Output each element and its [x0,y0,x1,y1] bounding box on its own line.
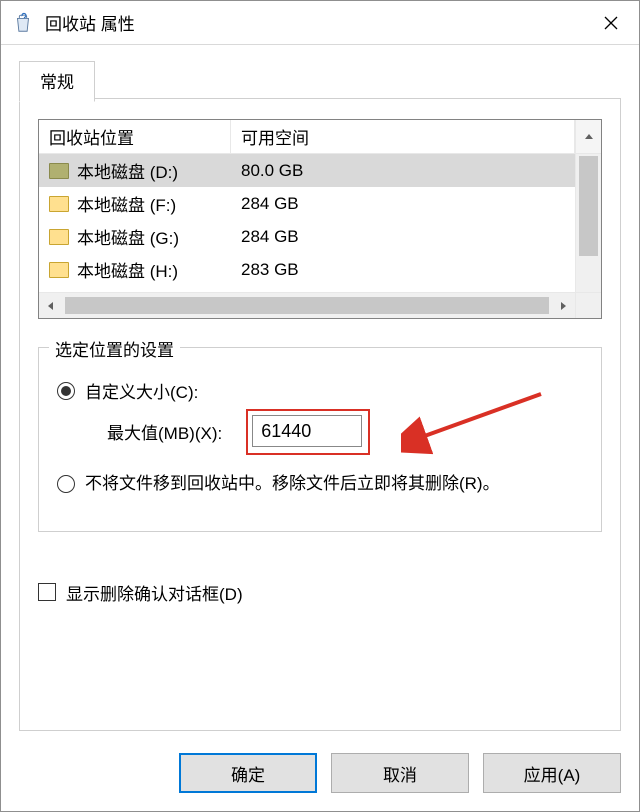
drive-space: 284 GB [231,227,575,247]
scroll-left-button[interactable] [39,294,63,318]
table-row[interactable]: 本地磁盘 (H:) 283 GB [39,253,575,286]
size-settings-group: 选定位置的设置 自定义大小(C): 最大值(MB)(X): 不将文件移到回收站中… [38,347,602,532]
scrollbar-thumb[interactable] [65,297,549,314]
radio-label: 不将文件移到回收站中。移除文件后立即将其删除(R)。 [85,471,500,497]
drive-icon [49,229,69,245]
drive-name: 本地磁盘 (D:) [77,158,178,183]
drive-listview[interactable]: 回收站位置 可用空间 本地磁盘 (D:) 80.0 GB 本地磁盘 (F:) 2… [38,119,602,319]
checkbox-label: 显示删除确认对话框(D) [66,580,243,605]
tabstrip: 常规 [19,61,621,99]
scroll-right-button[interactable] [551,294,575,318]
recycle-bin-properties-window: 回收站 属性 常规 回收站位置 可用空间 本地磁盘 (D:) 80.0 GB [0,0,640,812]
drive-space: 283 GB [231,260,575,280]
scrollbar-thumb[interactable] [579,156,598,256]
table-row[interactable]: 本地磁盘 (F:) 284 GB [39,187,575,220]
col-location[interactable]: 回收站位置 [39,120,231,153]
cancel-button[interactable]: 取消 [331,753,469,793]
apply-button[interactable]: 应用(A) [483,753,621,793]
drive-space: 80.0 GB [231,161,575,181]
dialog-buttons: 确定 取消 应用(A) [179,753,621,793]
max-value-label: 最大值(MB)(X): [107,419,222,444]
drive-icon [49,163,69,179]
drive-name: 本地磁盘 (G:) [77,224,179,249]
radio-icon [57,475,75,493]
radio-icon [57,382,75,400]
tab-general[interactable]: 常规 [19,61,95,102]
max-value-input[interactable] [252,415,362,447]
ok-button[interactable]: 确定 [179,753,317,793]
recycle-bin-icon [11,11,35,35]
titlebar: 回收站 属性 [1,1,639,45]
table-row[interactable]: 本地磁盘 (G:) 284 GB [39,220,575,253]
close-button[interactable] [583,1,639,45]
tab-body: 回收站位置 可用空间 本地磁盘 (D:) 80.0 GB 本地磁盘 (F:) 2… [19,99,621,731]
listview-header: 回收站位置 可用空间 [39,120,601,154]
scroll-up-button[interactable] [575,120,601,153]
listview-body: 本地磁盘 (D:) 80.0 GB 本地磁盘 (F:) 284 GB 本地磁盘 … [39,154,575,292]
drive-name: 本地磁盘 (F:) [77,191,176,216]
max-value-row: 最大值(MB)(X): [107,415,583,447]
horizontal-scrollbar[interactable] [39,292,575,318]
confirm-delete-checkbox[interactable]: 显示删除确认对话框(D) [38,580,602,605]
radio-label: 自定义大小(C): [85,378,198,403]
col-space[interactable]: 可用空间 [231,120,575,153]
group-legend: 选定位置的设置 [49,336,180,361]
drive-icon [49,262,69,278]
radio-custom-size[interactable]: 自定义大小(C): [57,378,583,403]
table-row[interactable]: 本地磁盘 (D:) 80.0 GB [39,154,575,187]
radio-no-recycle[interactable]: 不将文件移到回收站中。移除文件后立即将其删除(R)。 [57,471,583,497]
drive-name: 本地磁盘 (H:) [77,257,178,282]
vertical-scrollbar[interactable] [575,154,601,292]
drive-space: 284 GB [231,194,575,214]
window-title: 回收站 属性 [45,10,135,35]
checkbox-icon [38,583,56,601]
drive-icon [49,196,69,212]
